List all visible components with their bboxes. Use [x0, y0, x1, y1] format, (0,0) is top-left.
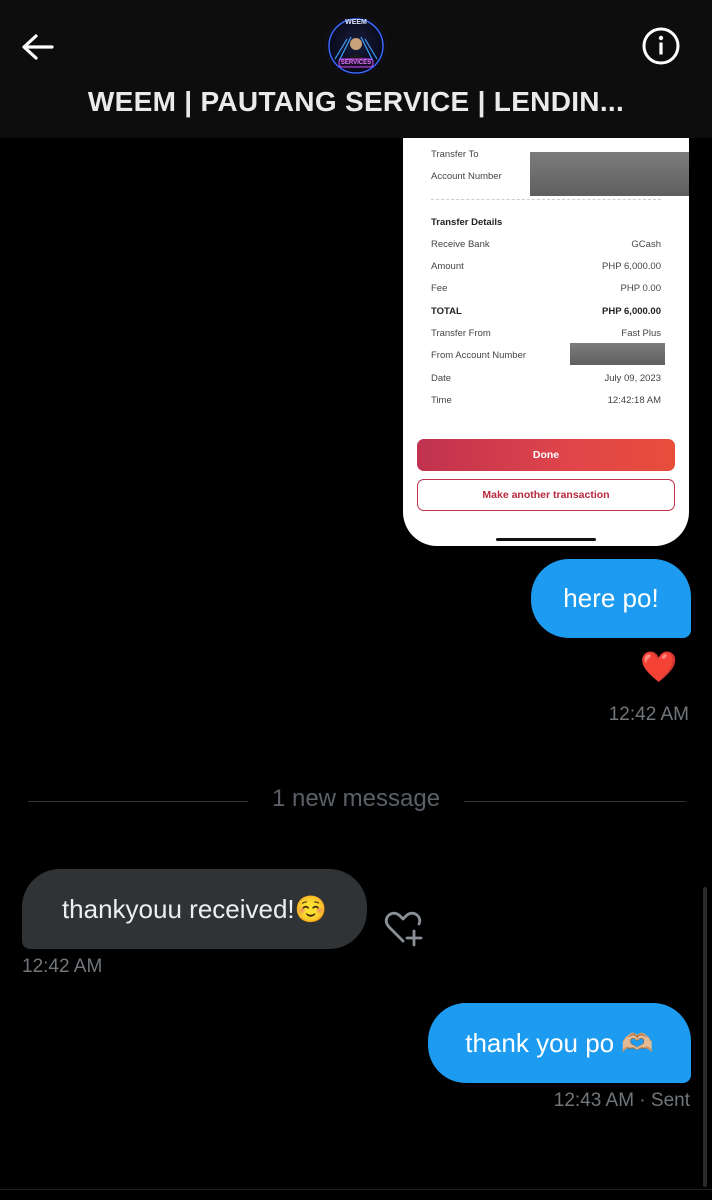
transfer-to-label: Transfer To — [431, 149, 479, 160]
received-message-bubble[interactable]: thankyouu received!☺️ — [22, 869, 367, 949]
avatar-text-bottom: SERVICES — [340, 60, 372, 66]
sent-message-bubble[interactable]: thank you po 🫶🏼 — [428, 1003, 691, 1083]
account-number-label: Account Number — [431, 171, 502, 182]
receipt-row-label: Time — [431, 395, 452, 406]
new-message-divider: 1 new message — [271, 785, 441, 812]
message-text: thank you po 🫶🏼 — [465, 1027, 654, 1058]
receipt-row-label: Amount — [431, 261, 464, 272]
conversation-title: WEEM | PAUTANG SERVICE | LENDIN... — [87, 86, 625, 117]
composer-top-border — [0, 1189, 712, 1190]
transfer-details-heading: Transfer Details — [431, 217, 503, 228]
message-timestamp: 12:42 AM — [22, 956, 103, 977]
conversation-header: WEEM SERVICES WEEM | PAUTANG SERVICE | L… — [0, 0, 712, 138]
message-status: 12:43 AM · Sent — [553, 1090, 690, 1111]
receipt-row-value: GCash — [631, 239, 661, 250]
receipt-row-label: Transfer From — [431, 328, 491, 339]
message-text: thankyouu received!☺️ — [61, 893, 328, 924]
receipt-row-label: Date — [431, 373, 452, 384]
receipt-image-attachment[interactable]: Transfer To Account Number Transfer Deta… — [403, 110, 689, 546]
receipt-row-value: PHP 0.00 — [620, 283, 662, 294]
message-text: here po! — [563, 583, 659, 613]
receipt-row-label: From Account Number — [431, 350, 527, 361]
receipt-row-label: Receive Bank — [431, 239, 490, 250]
receipt-row-label: TOTAL — [431, 306, 462, 317]
redacted-account-block — [530, 152, 689, 196]
sent-message-bubble[interactable]: here po! — [531, 559, 691, 638]
back-arrow-icon[interactable] — [18, 28, 58, 68]
done-button: Done — [417, 439, 675, 471]
redacted-from-account — [570, 343, 665, 365]
receipt-row-label: Fee — [431, 283, 448, 294]
heart-reaction[interactable]: ❤️ — [640, 650, 677, 685]
receipt-row-value: Fast Plus — [621, 328, 661, 339]
receipt-divider — [431, 199, 661, 200]
receipt-row-value: PHP 6,000.00 — [602, 306, 661, 317]
add-reaction-icon[interactable] — [383, 909, 425, 947]
avatar-text-top: WEEM — [345, 19, 367, 26]
receipt-row-value: July 09, 2023 — [604, 373, 661, 384]
scrollbar[interactable] — [703, 887, 707, 1187]
receipt-row-value: 12:42:18 AM — [607, 395, 661, 406]
receipt-row-value: PHP 6,000.00 — [602, 261, 661, 272]
message-timestamp: 12:42 AM — [608, 704, 689, 725]
divider-line-right — [464, 801, 686, 802]
avatar[interactable]: WEEM SERVICES — [325, 15, 387, 77]
home-indicator — [496, 538, 596, 541]
info-icon[interactable] — [640, 25, 682, 67]
another-transaction-button: Make another transaction — [417, 479, 675, 511]
